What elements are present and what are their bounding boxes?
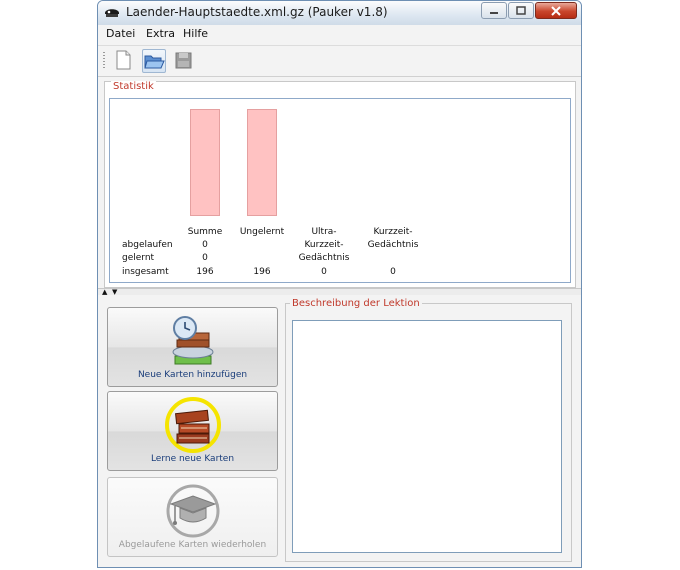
add-cards-icon <box>172 316 213 365</box>
bar-summe <box>190 109 220 216</box>
maximize-icon <box>516 6 526 15</box>
row-label-abgelaufen: abgelaufen <box>122 240 173 250</box>
col-header-ultra-line2: Kurzzeit- <box>304 240 344 250</box>
window-title: Laender-Hauptstaedte.xml.gz (Pauker v1.8… <box>126 5 388 19</box>
main-window: Laender-Hauptstaedte.xml.gz (Pauker v1.8… <box>97 0 582 568</box>
col-header-ungelernt: Ungelernt <box>239 227 285 237</box>
col-header-kurz-line2: Gedächtnis <box>367 240 419 250</box>
app-icon <box>105 9 119 17</box>
statistics-title: Statistik <box>111 81 156 92</box>
panel-splitter[interactable]: ▲ ▼ <box>98 288 581 296</box>
statistics-chart: Summe Ungelernt Ultra- Kurzzeit- Gedächt… <box>109 98 571 283</box>
col-header-kurz-line1: Kurzzeit- <box>373 227 413 237</box>
lesson-description-textarea[interactable] <box>292 320 562 553</box>
toolbar <box>98 45 581 77</box>
menu-extra[interactable]: Extra <box>146 27 175 40</box>
menu-bar: Datei Extra Hilfe <box>98 25 581 43</box>
statistics-panel: Statistik Summe Ungelernt Ultra- Kurzzei… <box>104 81 576 288</box>
add-cards-button[interactable]: Neue Karten hinzufügen <box>107 307 278 387</box>
save-button[interactable] <box>172 49 196 73</box>
learn-new-cards-button[interactable]: Lerne neue Karten <box>107 391 278 471</box>
lesson-description-title: Beschreibung der Lektion <box>290 298 422 309</box>
col-header-ultra-line1: Ultra- <box>311 227 337 237</box>
open-file-button[interactable] <box>142 49 166 73</box>
learn-new-cards-label: Lerne neue Karten <box>150 454 235 464</box>
value-insgesamt-ultra: 0 <box>321 267 327 277</box>
row-label-insgesamt: insgesamt <box>122 267 169 277</box>
minimize-icon <box>490 11 498 14</box>
repeat-expired-cards-button[interactable]: Abgelaufene Karten wiederholen <box>107 477 278 557</box>
col-header-summe: Summe <box>187 227 223 237</box>
minimize-button[interactable] <box>481 2 507 19</box>
splitter-up-icon[interactable]: ▲ <box>102 288 107 296</box>
toolbar-grip[interactable] <box>103 52 105 70</box>
lesson-description-panel: Beschreibung der Lektion <box>285 298 572 562</box>
col-header-ultra-line3: Gedächtnis <box>298 253 350 263</box>
close-icon <box>551 5 561 16</box>
add-cards-label: Neue Karten hinzufügen <box>137 370 248 380</box>
value-abgelaufen-summe: 0 <box>202 240 208 250</box>
save-disk-icon <box>175 52 192 69</box>
value-insgesamt-summe: 196 <box>196 267 214 277</box>
window-controls <box>480 2 577 19</box>
new-file-button[interactable] <box>112 49 136 73</box>
value-insgesamt-ungelernt: 196 <box>253 267 271 277</box>
graduation-cap-icon <box>166 484 219 538</box>
learn-books-icon <box>164 397 221 453</box>
close-button[interactable] <box>535 2 577 19</box>
menu-hilfe[interactable]: Hilfe <box>183 27 208 40</box>
open-folder-icon <box>144 55 165 69</box>
maximize-button[interactable] <box>508 2 534 19</box>
new-file-icon <box>116 50 131 70</box>
value-insgesamt-kurz: 0 <box>390 267 396 277</box>
repeat-expired-cards-label: Abgelaufene Karten wiederholen <box>118 540 267 550</box>
splitter-down-icon[interactable]: ▼ <box>112 288 117 296</box>
menu-datei[interactable]: Datei <box>106 27 135 40</box>
row-label-gelernt: gelernt <box>122 253 155 263</box>
bar-ungelernt <box>247 109 277 216</box>
title-bar[interactable]: Laender-Hauptstaedte.xml.gz (Pauker v1.8… <box>98 1 581 26</box>
value-gelernt-summe: 0 <box>202 253 208 263</box>
